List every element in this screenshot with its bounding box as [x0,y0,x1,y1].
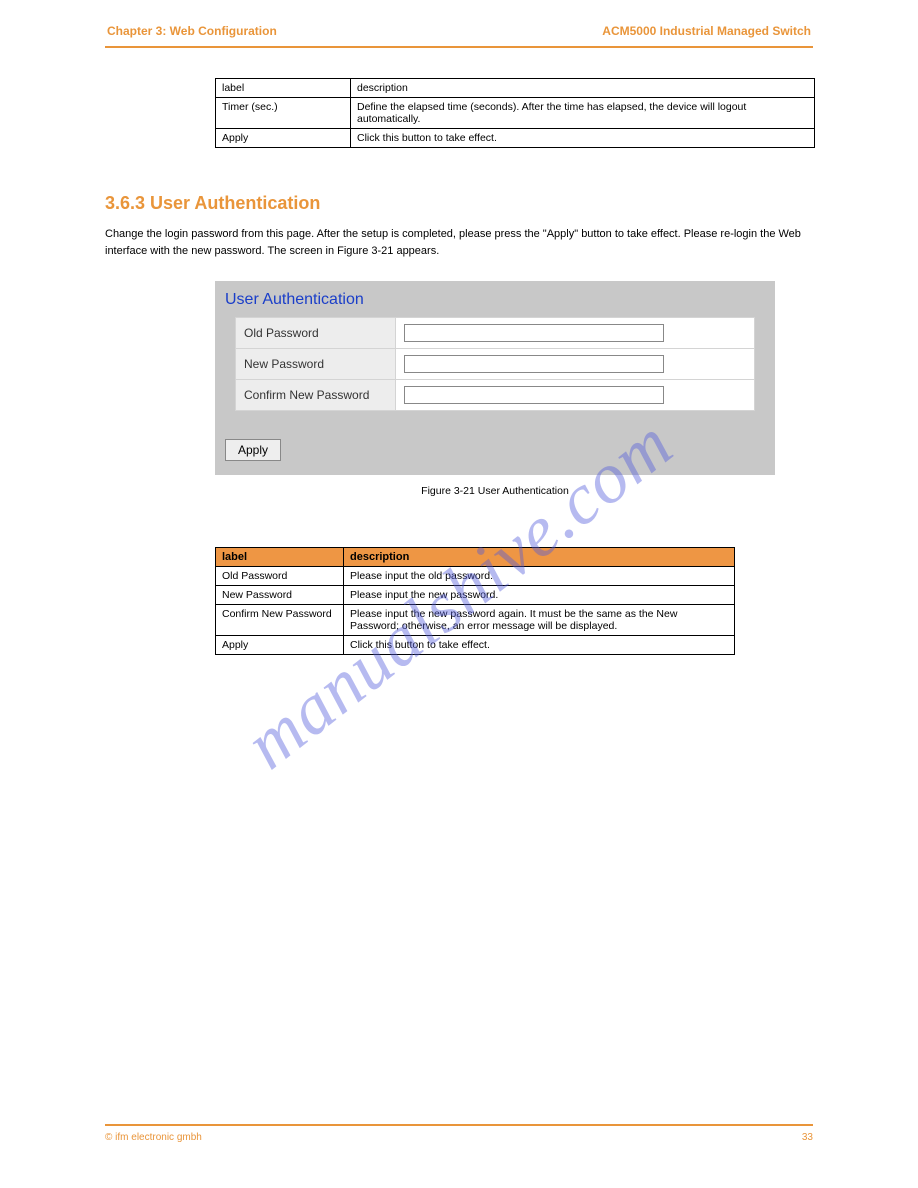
form-row-new-password: New Password [236,349,755,380]
header-rule [105,46,813,48]
old-password-cell [396,318,755,349]
form-row-confirm-password: Confirm New Password [236,380,755,411]
new-password-cell [396,349,755,380]
footer-left: © ifm electronic gmbh [105,1132,202,1143]
table-row: New Password Please input the new passwo… [216,586,735,605]
table-row: Timer (sec.) Define the elapsed time (se… [216,98,815,129]
table-row: Apply Click this button to take effect. [216,129,815,148]
cell: Click this button to take effect. [351,129,815,148]
cell: Old Password [216,567,344,586]
user-auth-form: Old Password New Password Confirm New Pa… [235,317,755,411]
cell: Apply [216,129,351,148]
footer-page-number: 33 [802,1132,813,1143]
footer-rule [105,1124,813,1126]
table-row: Confirm New Password Please input the ne… [216,605,735,636]
table-header-row: label description [216,548,735,567]
table-row: Old Password Please input the old passwo… [216,567,735,586]
header-cell: label [216,548,344,567]
panel-title: User Authentication [215,291,775,317]
figure-caption: Figure 3-21 User Authentication [215,485,775,497]
footer-row: © ifm electronic gmbh 33 [105,1132,813,1143]
cell: New Password [216,586,344,605]
old-password-input[interactable] [404,324,664,342]
user-auth-panel: User Authentication Old Password New Pas… [215,281,775,475]
cell: label [216,79,351,98]
description-table: label description Old Password Please in… [215,547,735,655]
cell: Please input the new password again. It … [344,605,735,636]
cell: Timer (sec.) [216,98,351,129]
header-right: ACM5000 Industrial Managed Switch [602,24,811,38]
timer-table: label description Timer (sec.) Define th… [215,78,815,148]
header-left: Chapter 3: Web Configuration [107,24,277,38]
table-row: Apply Click this button to take effect. [216,636,735,655]
confirm-password-input[interactable] [404,386,664,404]
cell: Apply [216,636,344,655]
cell: description [351,79,815,98]
new-password-input[interactable] [404,355,664,373]
cell: Please input the old password. [344,567,735,586]
old-password-label: Old Password [236,318,396,349]
section-body: Change the login password from this page… [105,226,813,259]
footer: © ifm electronic gmbh 33 [105,1124,813,1143]
cell: Click this button to take effect. [344,636,735,655]
header-cell: description [344,548,735,567]
apply-button[interactable]: Apply [225,439,281,461]
confirm-password-cell [396,380,755,411]
cell: Please input the new password. [344,586,735,605]
new-password-label: New Password [236,349,396,380]
cell: Define the elapsed time (seconds). After… [351,98,815,129]
table-row: label description [216,79,815,98]
confirm-password-label: Confirm New Password [236,380,396,411]
form-row-old-password: Old Password [236,318,755,349]
section-heading: 3.6.3 User Authentication [105,193,813,214]
cell: Confirm New Password [216,605,344,636]
